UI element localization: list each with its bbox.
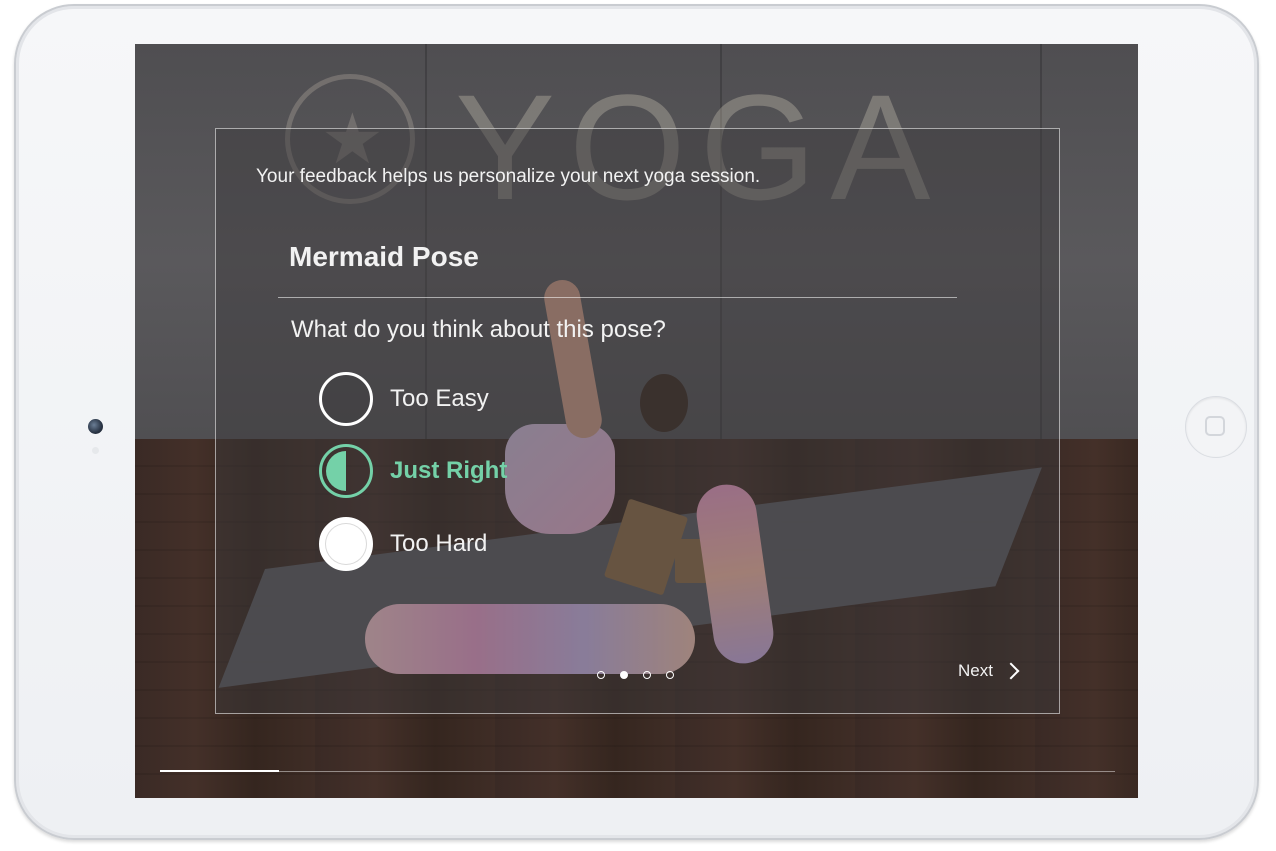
feedback-panel: Your feedback helps us personalize your …	[215, 128, 1060, 714]
option-label: Too Hard	[390, 530, 488, 557]
front-camera	[88, 419, 103, 434]
pose-title: Mermaid Pose	[289, 241, 479, 272]
app-screen: ★ YOGA Your feedback helps us personaliz…	[135, 44, 1138, 798]
page-dot[interactable]	[643, 671, 651, 679]
chevron-right-icon	[1002, 662, 1020, 680]
radio-half-filled-icon[interactable]	[319, 444, 373, 498]
page-dot[interactable]	[666, 671, 674, 679]
next-label: Next	[958, 661, 993, 680]
progress-fill	[160, 770, 280, 772]
option-too-easy[interactable]: Too Easy	[319, 369, 489, 429]
page-dot-active[interactable]	[620, 671, 628, 679]
progress-bar	[160, 770, 1115, 772]
home-button[interactable]	[1185, 396, 1247, 458]
question-text: What do you think about this pose?	[291, 316, 666, 343]
radio-filled-icon[interactable]	[319, 517, 373, 571]
home-square-icon	[1205, 416, 1225, 436]
light-sensor	[92, 447, 99, 454]
divider	[278, 297, 957, 298]
feedback-intro: Your feedback helps us personalize your …	[256, 166, 761, 187]
page-dot[interactable]	[597, 671, 605, 679]
radio-empty-icon[interactable]	[319, 372, 373, 426]
option-label: Too Easy	[390, 385, 489, 412]
option-just-right[interactable]: Just Right	[319, 441, 507, 501]
next-button[interactable]: Next	[958, 661, 1020, 681]
page-indicator	[597, 671, 674, 679]
option-label: Just Right	[390, 457, 508, 484]
option-too-hard[interactable]: Too Hard	[319, 514, 487, 574]
